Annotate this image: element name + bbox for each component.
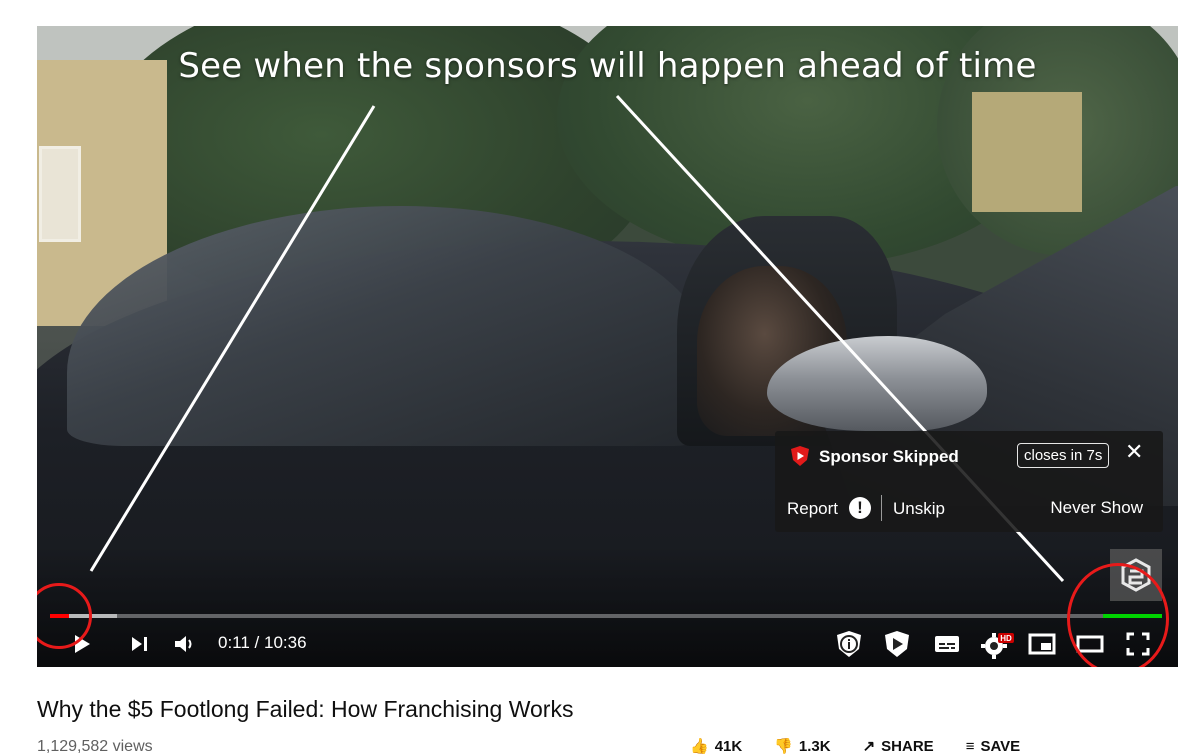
- skip-notice-timer[interactable]: closes in 7s: [1017, 443, 1110, 468]
- settings-gear-icon: HD: [981, 632, 1014, 659]
- dislike-button[interactable]: 👎 1.3K: [774, 737, 831, 756]
- save-icon: ≡: [965, 737, 975, 755]
- dislike-count: 1.3K: [798, 737, 831, 755]
- video-player[interactable]: See when the sponsors will happen ahead …: [37, 26, 1178, 667]
- volume-button[interactable]: [169, 620, 199, 667]
- player-controls: 0:11 / 10:36 HD: [37, 620, 1178, 667]
- view-count: 1,129,582 views: [37, 738, 153, 755]
- volume-icon: [175, 635, 192, 652]
- highlight-circle-end: [1067, 563, 1169, 667]
- time-display: 0:11 / 10:36: [218, 633, 307, 652]
- like-icon: 👍: [690, 738, 709, 755]
- sponsorblock-info-button[interactable]: [832, 620, 866, 667]
- exclamation-icon[interactable]: !: [849, 497, 871, 519]
- report-button[interactable]: Report: [787, 499, 838, 519]
- separator: [881, 495, 882, 521]
- next-button[interactable]: [125, 620, 153, 667]
- sponsorblock-logo-icon: [791, 446, 809, 466]
- video-title: Why the $5 Footlong Failed: How Franchis…: [37, 696, 574, 722]
- annotation-overlay: [89, 94, 1065, 583]
- share-icon: ↗: [862, 738, 876, 755]
- unskip-button[interactable]: Unskip: [893, 499, 945, 519]
- progress-bar[interactable]: [50, 614, 1162, 618]
- like-button[interactable]: 👍 41K: [690, 737, 743, 756]
- next-icon: [132, 636, 147, 651]
- video-actions: 👍 41K 👎 1.3K ↗ SHARE ≡ SAVE: [690, 737, 1021, 756]
- sponsorblock-info-icon: [837, 630, 861, 657]
- skip-notice-title: Sponsor Skipped: [819, 447, 959, 466]
- subtitles-button[interactable]: [930, 620, 964, 667]
- hd-badge: HD: [1000, 634, 1012, 643]
- subtitles-icon: [935, 635, 959, 652]
- share-button[interactable]: ↗ SHARE: [862, 737, 934, 756]
- settings-button[interactable]: HD: [979, 620, 1017, 667]
- annotation-line-left: [89, 105, 376, 572]
- sponsor-skip-notice: Sponsor Skipped closes in 7s ✕ Report ! …: [775, 431, 1163, 532]
- save-button[interactable]: ≡ SAVE: [965, 737, 1021, 755]
- like-count: 41K: [714, 737, 743, 755]
- share-label: SHARE: [881, 737, 934, 755]
- close-icon[interactable]: ✕: [1125, 441, 1143, 463]
- miniplayer-icon: [1028, 633, 1056, 654]
- miniplayer-button[interactable]: [1025, 620, 1059, 667]
- save-label: SAVE: [980, 737, 1021, 755]
- dislike-icon: 👎: [774, 738, 793, 755]
- never-show-button[interactable]: Never Show: [1050, 498, 1143, 518]
- sponsorblock-submit-icon: [885, 630, 909, 657]
- sponsorblock-submit-button[interactable]: [880, 620, 914, 667]
